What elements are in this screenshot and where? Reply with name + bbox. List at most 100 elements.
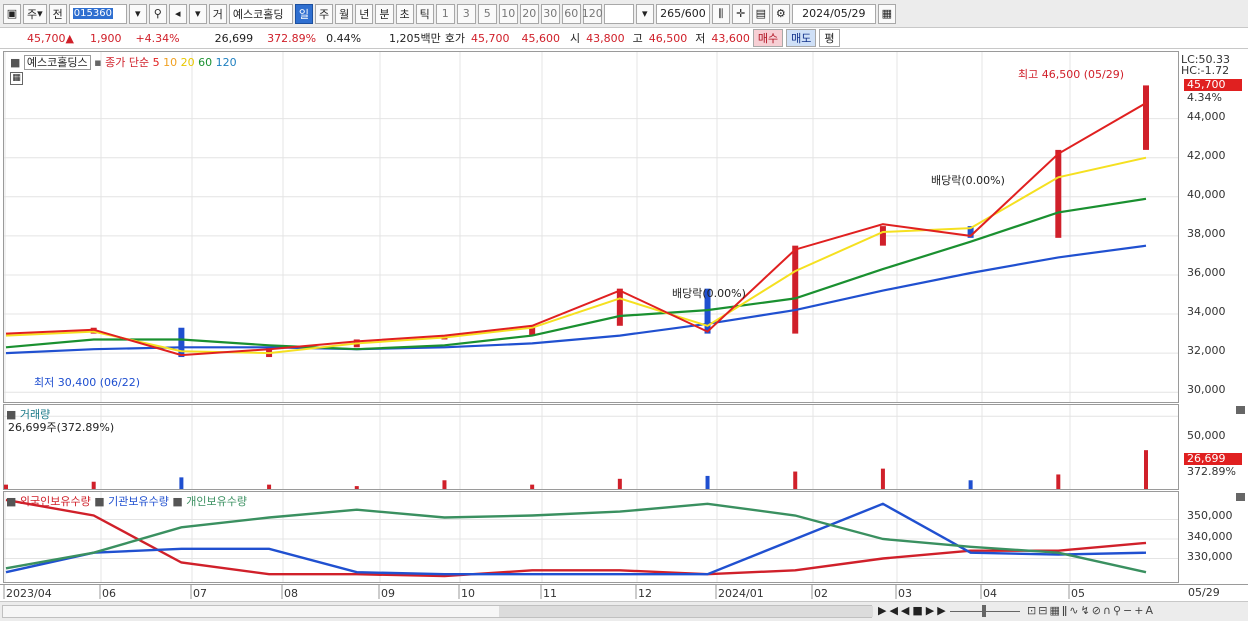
volume-bar xyxy=(354,486,359,489)
tab-minute[interactable]: 분 xyxy=(375,3,394,24)
grid-icon[interactable]: ▦ xyxy=(10,72,23,85)
stock-code-input[interactable]: 015360 xyxy=(68,3,127,24)
period-label: 주 xyxy=(27,7,38,21)
wave-icon[interactable]: ∿ xyxy=(1069,604,1080,617)
price-chart-panel[interactable]: ■ 예스코홀딩스 ▪ 종가 단순 5 10 20 60 120 ▦ 최고 46,… xyxy=(3,51,1179,403)
y-tick-42000: 42,000 xyxy=(1187,149,1226,162)
volume-chart[interactable] xyxy=(4,405,1179,490)
forward-icon[interactable]: ▶▶ xyxy=(926,604,949,617)
crosshair-icon[interactable]: ✛ xyxy=(731,3,750,24)
ratio-icon[interactable]: ⊘ xyxy=(1092,604,1103,617)
minus-icon[interactable]: − xyxy=(1123,604,1134,617)
tab-tick[interactable]: 틱 xyxy=(415,3,434,24)
y-tick-32000: 32,000 xyxy=(1187,344,1226,357)
current-price: 45,700 xyxy=(27,31,66,45)
last-price-tag: 45,700 xyxy=(1184,79,1242,91)
price-panel-header: ■ 예스코홀딩스 ▪ 종가 단순 5 10 20 60 120 xyxy=(10,54,237,70)
interval-input[interactable] xyxy=(603,3,634,24)
ma10-legend: 10 xyxy=(163,56,178,69)
zoom-icon[interactable]: ⊡ xyxy=(1027,604,1038,617)
x-tick-label: 09 xyxy=(381,587,395,600)
speaker-icon[interactable]: ◂ xyxy=(168,3,187,24)
zoom-slider-handle[interactable] xyxy=(982,605,986,617)
minute-option-10[interactable]: 10 xyxy=(498,3,518,24)
interval-dropdown-icon[interactable]: ▾ xyxy=(635,3,654,24)
stop-icon[interactable]: ■ xyxy=(912,604,925,617)
data-count-field[interactable]: 265/600 xyxy=(655,3,710,24)
table-icon[interactable]: ▦ xyxy=(1049,604,1061,617)
tab-second[interactable]: 초 xyxy=(395,3,414,24)
x-last-date: 05/29 xyxy=(1188,586,1220,599)
holdings-chart-panel[interactable]: ■ 외국인보유수량 ■ 기관보유수량 ■ 개인보유수량 xyxy=(3,491,1179,583)
scrollbar[interactable] xyxy=(2,605,873,618)
tab-monthly[interactable]: 월 xyxy=(335,3,354,24)
minute-option-20[interactable]: 20 xyxy=(519,3,539,24)
volume-bar xyxy=(179,477,184,489)
quote-bar: 45,700 ▲ 1,900 +4.34% 26,699 372.89% 0.4… xyxy=(0,28,1248,49)
period-selector[interactable]: 주 ▾ xyxy=(23,3,47,24)
magnet-icon[interactable]: ∩ xyxy=(1103,604,1113,617)
minute-option-5[interactable]: 5 xyxy=(477,3,497,24)
x-tick-label: 2023/04 xyxy=(6,587,52,600)
volume-bar xyxy=(91,481,96,489)
buy-button[interactable]: 매수 xyxy=(752,29,784,47)
minute-option-1[interactable]: 1 xyxy=(435,3,455,24)
search-icon[interactable]: ⚲ xyxy=(148,3,167,24)
calendar-icon[interactable]: ▦ xyxy=(877,3,896,24)
tab-daily[interactable]: 일 xyxy=(294,3,314,24)
dropdown-icon[interactable]: ▾ xyxy=(128,3,147,24)
scroll-controls[interactable]: ▶◀◀■▶▶ xyxy=(878,604,949,617)
ma60-line xyxy=(5,197,1147,351)
split-icon[interactable]: ⊟ xyxy=(1038,604,1049,617)
plus-icon[interactable]: + xyxy=(1134,604,1145,617)
play-icon[interactable]: ▶ xyxy=(878,604,889,617)
open-label: 시 xyxy=(570,32,581,45)
save-icon[interactable]: ▤ xyxy=(751,3,770,24)
chevron-down-icon[interactable]: ▾ xyxy=(188,3,207,24)
window-icon[interactable]: ▣ xyxy=(3,3,21,24)
scrollbar-thumb[interactable] xyxy=(499,606,873,617)
ma120-legend: 120 xyxy=(215,56,237,69)
measure-icon[interactable]: ↯ xyxy=(1080,604,1091,617)
search-icon[interactable]: ⚲ xyxy=(1113,604,1123,617)
rewind-icon[interactable]: ◀◀ xyxy=(889,604,912,617)
minute-option-3[interactable]: 3 xyxy=(456,3,476,24)
volume-bar xyxy=(705,475,710,489)
dot-icon: ▪ xyxy=(94,56,102,69)
prev-button[interactable]: 전 xyxy=(48,3,67,24)
volume-bar xyxy=(617,478,622,489)
high-label: 고 xyxy=(632,32,643,45)
holdings-y-tick-350000: 350,000 xyxy=(1187,509,1233,522)
minute-option-60[interactable]: 60 xyxy=(561,3,581,24)
y-tick-40000: 40,000 xyxy=(1187,188,1226,201)
holdings-legend: ■ 외국인보유수량 ■ 기관보유수량 ■ 개인보유수량 xyxy=(6,493,247,509)
candle xyxy=(792,245,799,334)
ask-price: 45,700 xyxy=(471,31,510,45)
high-annotation: 최고 46,500 (05/29) xyxy=(1018,68,1125,81)
gear-icon[interactable]: ⚙ xyxy=(771,3,790,24)
volume-bar xyxy=(442,480,447,489)
hc-label: HC:-1.72 xyxy=(1181,64,1230,77)
date-field[interactable]: 2024/05/29 xyxy=(791,3,876,24)
candle xyxy=(1055,149,1062,238)
x-tick-label: 10 xyxy=(461,587,475,600)
tab-weekly[interactable]: 주 xyxy=(315,3,334,24)
volume-bar xyxy=(1144,450,1148,489)
font-icon[interactable]: A xyxy=(1145,604,1155,617)
average-button[interactable]: 평 xyxy=(819,29,840,47)
dividend-annotation-1: 배당락(0.00%) xyxy=(931,174,1005,187)
individual-holdings-line xyxy=(5,502,1147,574)
volume-chart-panel[interactable]: ■ 거래량 26,699주(372.89%) xyxy=(3,404,1179,490)
x-tick-label: 04 xyxy=(983,587,997,600)
tab-yearly[interactable]: 년 xyxy=(355,3,374,24)
data-max: /600 xyxy=(681,7,706,20)
sell-button[interactable]: 매도 xyxy=(786,29,817,47)
stock-name-field[interactable]: 예스코홀딩 xyxy=(228,3,293,24)
minute-option-120[interactable]: 120 xyxy=(582,3,603,24)
market-button[interactable]: 거 xyxy=(208,3,227,24)
minute-option-30[interactable]: 30 xyxy=(540,3,560,24)
price-chart[interactable] xyxy=(4,52,1179,403)
panel-close-icon[interactable] xyxy=(1236,406,1245,414)
candle-icon[interactable]: ⫼ xyxy=(711,3,730,24)
panel-close-icon[interactable] xyxy=(1236,493,1245,501)
